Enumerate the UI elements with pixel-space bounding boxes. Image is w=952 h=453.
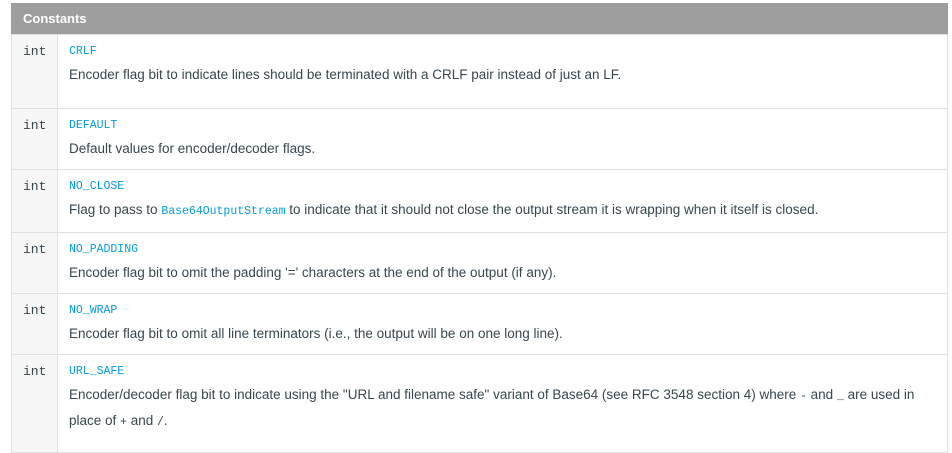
constant-name-link[interactable]: NO_WRAP (69, 303, 935, 319)
description-text: and (806, 387, 837, 402)
desc-cell: DEFAULT Default values for encoder/decod… (57, 108, 948, 170)
table-row: int NO_CLOSE Flag to pass to Base64Outpu… (11, 169, 948, 233)
constant-name-link[interactable]: NO_CLOSE (69, 179, 935, 195)
table-row: int URL_SAFE Encoder/decoder flag bit to… (11, 354, 948, 453)
type-cell: int (11, 354, 58, 453)
desc-cell: NO_CLOSE Flag to pass to Base64OutputStr… (57, 169, 948, 233)
constant-description: Default values for encoder/decoder flags… (69, 141, 316, 156)
constant-name-link[interactable]: URL_SAFE (69, 364, 935, 380)
type-cell: int (11, 108, 58, 170)
type-cell: int (11, 34, 58, 109)
class-link[interactable]: Base64OutputStream (161, 205, 285, 218)
constant-description: Encoder flag bit to omit all line termin… (69, 326, 563, 341)
description-text: to indicate that it should not close the… (285, 202, 819, 217)
constant-description: Encoder flag bit to omit the padding '='… (69, 265, 557, 280)
constants-section: Constants int CRLF Encoder flag bit to i… (11, 3, 948, 453)
inline-code: - (800, 390, 807, 403)
constant-name-link[interactable]: NO_PADDING (69, 242, 935, 258)
desc-cell: NO_PADDING Encoder flag bit to omit the … (57, 232, 948, 294)
type-cell: int (11, 293, 58, 355)
table-row: int NO_PADDING Encoder flag bit to omit … (11, 232, 948, 294)
type-cell: int (11, 169, 58, 233)
section-header: Constants (11, 3, 948, 34)
description-text: Flag to pass to (69, 202, 162, 217)
inline-code: + (120, 416, 127, 429)
constants-table: int CRLF Encoder flag bit to indicate li… (11, 34, 948, 453)
desc-cell: CRLF Encoder flag bit to indicate lines … (57, 34, 948, 109)
constant-description: Flag to pass to Base64OutputStream to in… (69, 198, 935, 224)
constant-name-link[interactable]: CRLF (69, 44, 935, 60)
table-row: int CRLF Encoder flag bit to indicate li… (11, 34, 948, 109)
inline-code: / (156, 416, 164, 429)
desc-cell: URL_SAFE Encoder/decoder flag bit to ind… (57, 354, 948, 453)
type-cell: int (11, 232, 58, 294)
description-text: . (163, 413, 168, 428)
description-text: and (126, 413, 157, 428)
table-row: int NO_WRAP Encoder flag bit to omit all… (11, 293, 948, 355)
table-row: int DEFAULT Default values for encoder/d… (11, 108, 948, 170)
inline-code: _ (836, 390, 844, 403)
desc-cell: NO_WRAP Encoder flag bit to omit all lin… (57, 293, 948, 355)
constant-description: Encoder/decoder flag bit to indicate usi… (69, 383, 935, 435)
description-text: Encoder/decoder flag bit to indicate usi… (69, 387, 800, 402)
constant-name-link[interactable]: DEFAULT (69, 118, 935, 134)
constant-description: Encoder flag bit to indicate lines shoul… (69, 67, 622, 82)
